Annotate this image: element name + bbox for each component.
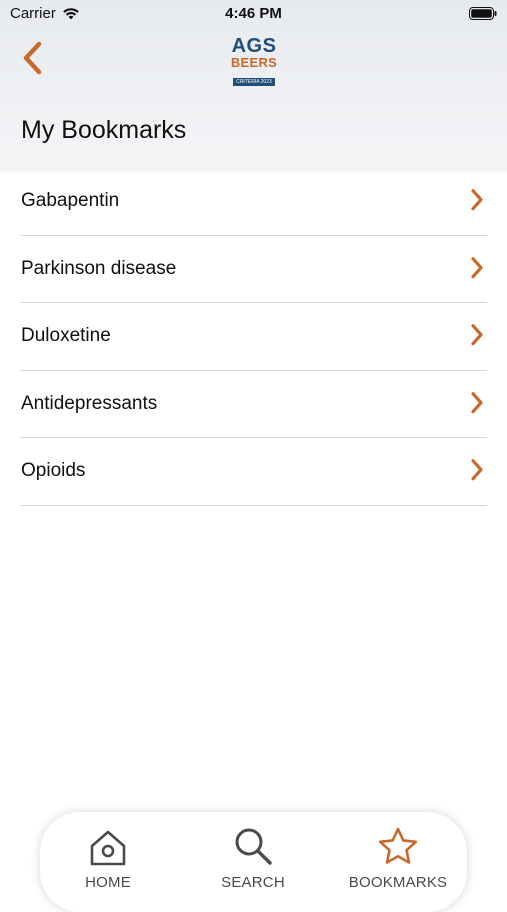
home-icon xyxy=(90,830,126,866)
status-bar: Carrier 4:46 PM xyxy=(0,0,507,28)
tab-bookmarks-label: BOOKMARKS xyxy=(348,874,448,891)
bookmark-label: Opioids xyxy=(21,460,86,482)
logo-line-criteria: CRITERIA 2023 xyxy=(233,78,275,86)
bookmark-row-opioids[interactable]: Opioids xyxy=(20,438,487,506)
bookmark-label: Antidepressants xyxy=(21,392,158,414)
chevron-right-icon xyxy=(471,391,483,414)
star-icon xyxy=(378,827,418,864)
battery-icon xyxy=(469,7,497,24)
bookmark-row-antidepressants[interactable]: Antidepressants xyxy=(20,371,487,438)
chevron-right-icon xyxy=(471,189,483,211)
bookmark-row-gabapentin[interactable]: Gabapentin xyxy=(20,168,487,236)
tab-search[interactable]: SEARCH xyxy=(193,826,313,891)
tab-search-label: SEARCH xyxy=(221,874,285,891)
tab-bar: HOME SEARCH BOOKMARKS xyxy=(40,812,467,912)
page-title: My Bookmarks xyxy=(21,116,187,144)
back-button[interactable] xyxy=(14,38,50,78)
tab-home-label: HOME xyxy=(85,874,131,891)
logo-line-beers: BEERS xyxy=(230,55,278,70)
bookmark-list: Gabapentin Parkinson disease Duloxetine … xyxy=(0,168,507,506)
chevron-left-icon xyxy=(23,41,42,75)
tab-home[interactable]: HOME xyxy=(48,826,168,891)
search-icon xyxy=(235,828,272,865)
bookmark-label: Parkinson disease xyxy=(21,257,177,279)
ags-beers-logo: AGS BEERS CRITERIA 2023 xyxy=(224,35,284,86)
status-time: 4:46 PM xyxy=(225,5,282,22)
bookmark-row-duloxetine[interactable]: Duloxetine xyxy=(20,303,487,371)
tab-bookmarks[interactable]: BOOKMARKS xyxy=(338,826,458,891)
chevron-right-icon xyxy=(471,324,483,346)
chevron-right-icon xyxy=(471,459,483,481)
header: Carrier 4:46 PM AGS BEERS CRITERIA 2023 … xyxy=(0,0,507,174)
bookmark-label: Duloxetine xyxy=(21,325,111,347)
logo-line-ags: AGS xyxy=(231,35,277,57)
bookmark-label: Gabapentin xyxy=(21,190,120,212)
chevron-right-icon xyxy=(471,256,483,279)
bookmark-row-parkinson-disease[interactable]: Parkinson disease xyxy=(20,236,487,303)
